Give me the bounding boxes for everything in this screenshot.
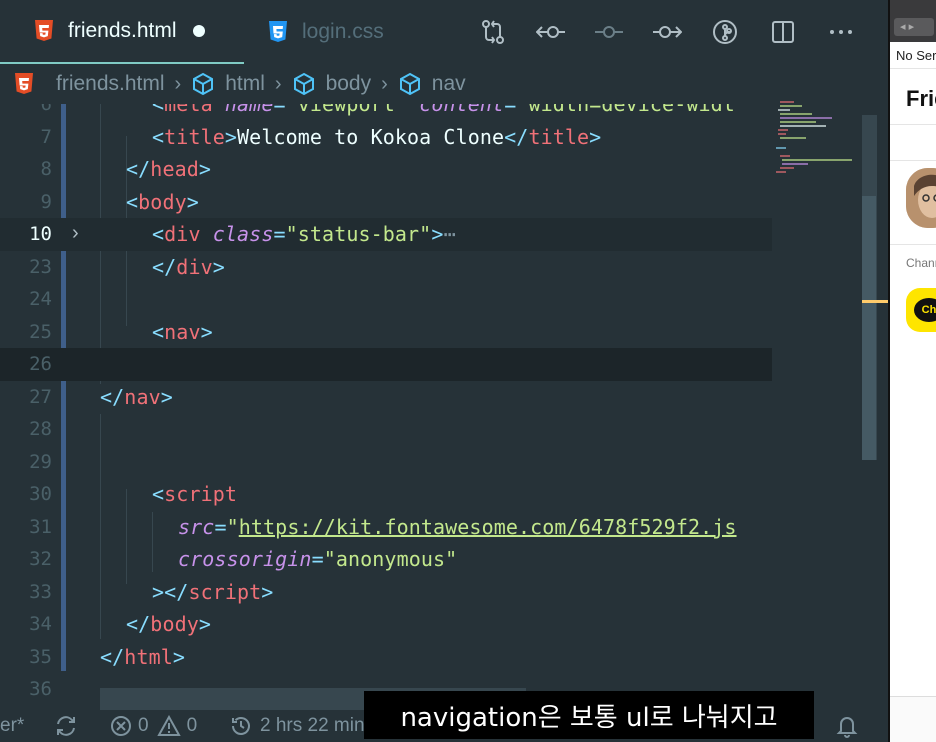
folded-ellipsis-icon: ⋯ (443, 222, 456, 247)
browser-toolbar: ◂ ▸ (890, 0, 936, 42)
git-graph-icon[interactable] (709, 16, 741, 48)
breadcrumb-item-body[interactable]: body (292, 72, 371, 96)
notifications-bell-icon[interactable] (836, 710, 858, 742)
code-line: 32 crossorigin="anonymous" (29, 547, 458, 572)
script-src-link: https://kit.fontawesome.com/6478f529f2.j… (238, 514, 737, 539)
avatar[interactable] (906, 168, 936, 228)
tab-label: friends.html (68, 19, 177, 42)
commit-icon[interactable] (593, 16, 625, 48)
fold-expand-chevron-icon[interactable]: › (72, 222, 79, 245)
tab-login-css[interactable]: login.css (248, 0, 418, 64)
history-icon (230, 715, 252, 737)
code-line: 7 <title>Welcome to Kokoa Clone</title> (40, 124, 602, 149)
breadcrumb-file[interactable]: friends.html (14, 72, 165, 96)
chevron-right-icon: › (174, 72, 182, 95)
browser-preview: ◂ ▸ No Ser Frie Chann Ch (890, 0, 936, 742)
preview-status-text: No Ser (896, 48, 936, 63)
unsaved-dot-icon[interactable] (192, 25, 205, 37)
code-line: 31 src="https://kit.fontawesome.com/6478… (29, 514, 737, 539)
code-line: 28 (29, 418, 52, 441)
code-line: 27 </nav> (29, 384, 173, 409)
html5-icon (14, 73, 44, 95)
code-line: 6 <meta name="viewport" content="width=d… (40, 104, 735, 117)
code-line: 9 <body> (40, 189, 199, 214)
error-icon (110, 715, 132, 737)
sync-icon[interactable] (54, 710, 78, 742)
go-forward-commit-icon[interactable] (651, 16, 683, 48)
go-back-commit-icon[interactable] (535, 16, 567, 48)
code-line: 34 </body> (29, 612, 212, 637)
breadcrumb-item-html[interactable]: html (191, 72, 265, 96)
source-control-compare-icon[interactable] (477, 16, 509, 48)
code-line: 29 (29, 450, 52, 473)
preview-page-title: Frie (906, 86, 936, 111)
time-tracker-status[interactable]: 2 hrs 22 mins (230, 710, 374, 742)
code-area[interactable]: 6 <meta name="viewport" content="width=d… (0, 104, 772, 704)
split-editor-icon[interactable] (767, 16, 799, 48)
code-line-current[interactable]: 26 (0, 348, 772, 381)
scrollbar-thumb[interactable] (862, 196, 876, 460)
more-actions-icon[interactable] (825, 16, 857, 48)
branch-status[interactable]: er* (0, 710, 24, 742)
tab-friends-html[interactable]: friends.html (0, 0, 244, 64)
browser-back-forward-buttons[interactable]: ◂ ▸ (894, 18, 934, 36)
chevron-right-icon: › (381, 72, 388, 95)
code-line: 25 <nav> (29, 319, 213, 344)
minimap[interactable] (772, 96, 862, 186)
video-caption: navigation은 보통 ul로 나눠지고 (364, 691, 814, 739)
code-line-folded[interactable]: 10 <div class="status-bar">⋯ (0, 218, 772, 251)
chat-bubble-icon: Ch (914, 298, 936, 322)
preview-bottom-nav (890, 696, 936, 742)
code-line: 23 </div> (29, 254, 225, 279)
symbol-element-icon (293, 72, 314, 96)
chevron-right-icon: › (274, 72, 282, 95)
preview-section-label: Chann (906, 256, 936, 270)
overview-ruler-marker (862, 300, 888, 303)
css3-icon (268, 21, 288, 43)
problems-status[interactable]: 0 0 (110, 710, 197, 742)
code-line: 8 </head> (40, 157, 212, 182)
warning-icon (156, 715, 181, 737)
breadcrumb-item-nav[interactable]: nav (398, 72, 466, 96)
breadcrumb: friends.html › html › body › nav (0, 64, 888, 104)
symbol-element-icon (193, 72, 214, 96)
code-line: 33 ></script> (29, 579, 274, 604)
code-editor: friends.html login.css friends.html › ht… (0, 0, 888, 742)
tab-label: login.css (302, 20, 384, 43)
html5-icon (34, 20, 54, 42)
code-line: 24 (29, 288, 52, 311)
overview-ruler (876, 115, 888, 460)
code-line: 30 <script (29, 482, 238, 507)
channel-logo[interactable]: Ch (906, 288, 936, 332)
code-line: 35 </html> (29, 644, 186, 669)
symbol-element-icon (399, 72, 420, 96)
tab-bar: friends.html login.css (0, 0, 888, 64)
